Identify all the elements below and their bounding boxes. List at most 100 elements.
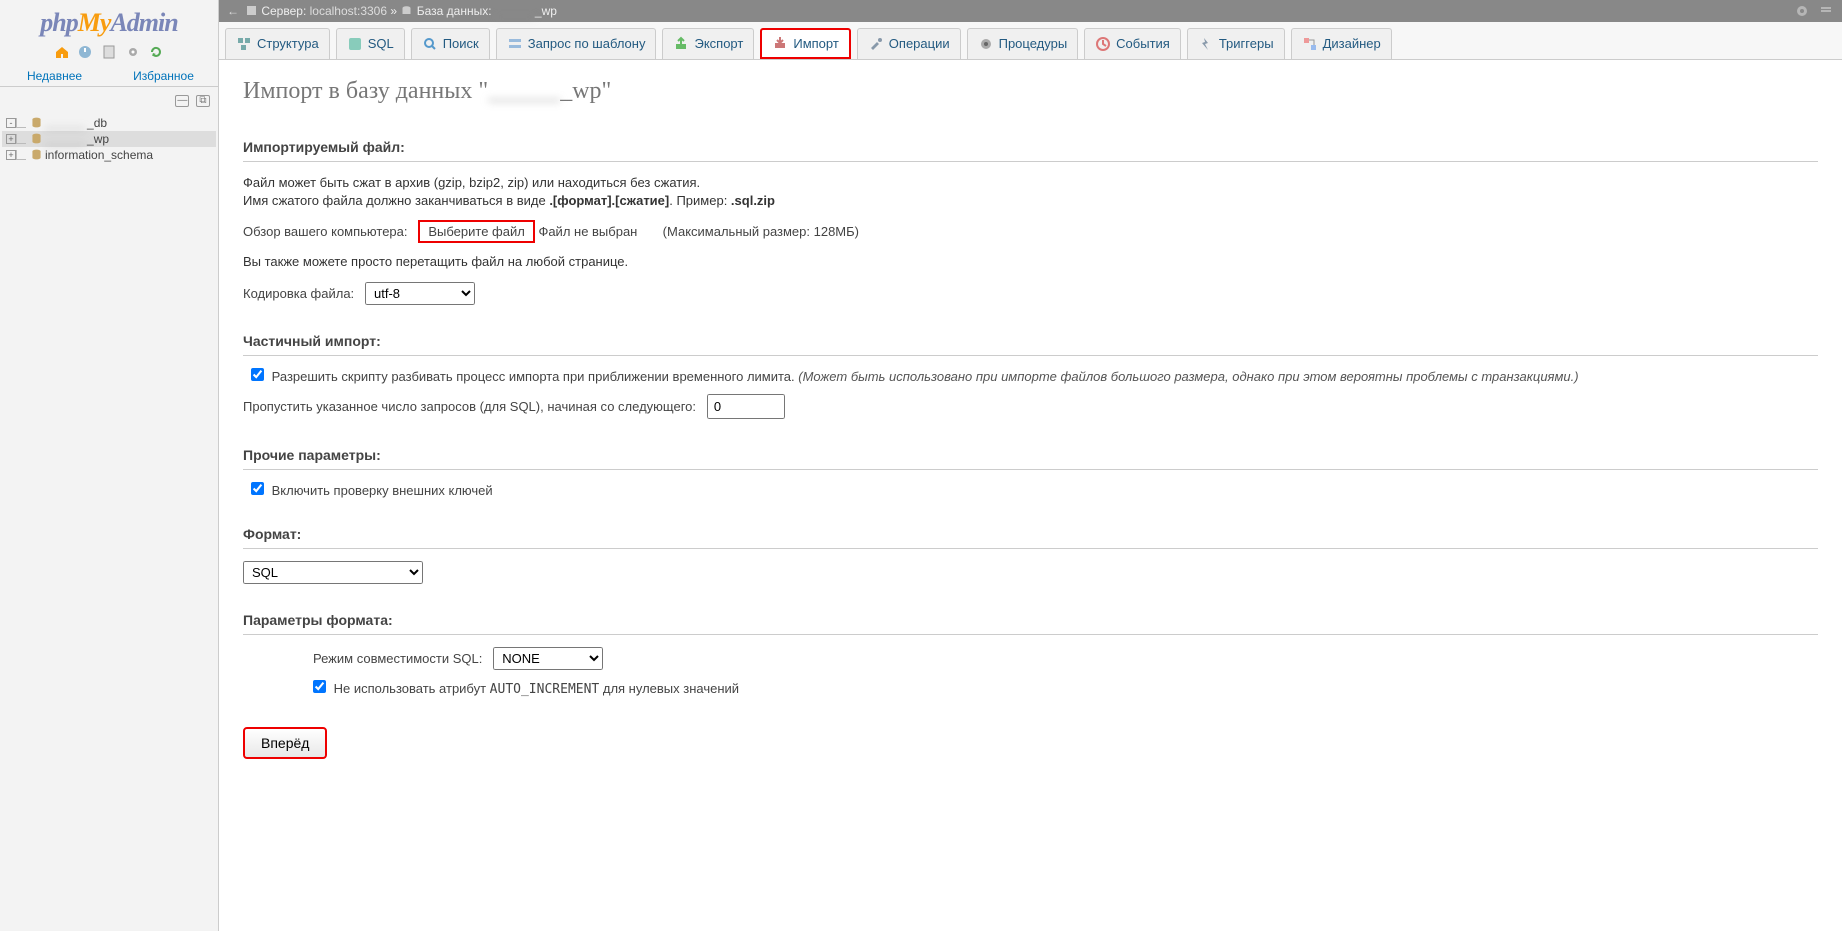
minus-icon[interactable]: - <box>6 118 16 128</box>
crumb-db-blur: ______ <box>495 4 535 18</box>
tab-structure-label: Структура <box>257 36 319 51</box>
no-file-label: Файл не выбран <box>538 224 637 239</box>
max-size-label: (Максимальный размер: 128МБ) <box>663 224 859 239</box>
events-icon <box>1095 36 1111 52</box>
charset-label: Кодировка файла: <box>243 286 354 301</box>
docs-icon[interactable] <box>101 44 117 60</box>
tab-operations-label: Операции <box>889 36 950 51</box>
exit-icon[interactable] <box>77 44 93 60</box>
tab-triggers[interactable]: Триггеры <box>1187 28 1285 59</box>
tab-qbx-label: Запрос по шаблону <box>528 36 646 51</box>
tab-routines-label: Процедуры <box>999 36 1068 51</box>
plus-icon[interactable]: + <box>6 150 16 160</box>
db-tree: - _______db + _______wp + information_sc… <box>0 111 218 167</box>
fk-label: Включить проверку внешних ключей <box>272 483 493 498</box>
search-icon <box>422 36 438 52</box>
crumb-sep: » <box>390 4 400 18</box>
tab-designer[interactable]: Дизайнер <box>1291 28 1392 59</box>
tab-events[interactable]: События <box>1084 28 1181 59</box>
content: Импорт в базу данных "_______wp" Импорти… <box>219 60 1842 777</box>
crumb-server-link[interactable]: localhost:3306 <box>310 4 387 18</box>
charset-select[interactable]: utf-8 <box>365 282 475 305</box>
partial-checkbox[interactable] <box>251 368 264 381</box>
tab-sql-label: SQL <box>368 36 394 51</box>
section-file-header: Импортируемый файл: <box>243 133 1818 162</box>
tab-export-label: Экспорт <box>694 36 743 51</box>
tree-item-db2[interactable]: + information_schema <box>2 147 216 163</box>
nav-tabs: Структура SQL Поиск Запрос по шаблону Эк… <box>219 22 1842 60</box>
compat-label: Режим совместимости SQL: <box>313 651 482 666</box>
tab-structure[interactable]: Структура <box>225 28 330 59</box>
browse-label: Обзор вашего компьютера: <box>243 224 408 239</box>
choose-file-button[interactable]: Выберите файл <box>418 220 534 243</box>
tree-item-db0[interactable]: - _______db <box>2 115 216 131</box>
database-icon <box>30 132 43 145</box>
file-help-1: Файл может быть сжат в архив (gzip, bzip… <box>243 174 1818 192</box>
tab-import-label: Импорт <box>793 36 838 51</box>
file-help-2: Имя сжатого файла должно заканчиваться в… <box>243 192 1818 210</box>
tab-routines[interactable]: Процедуры <box>967 28 1079 59</box>
tab-designer-label: Дизайнер <box>1323 36 1381 51</box>
settings-icon[interactable] <box>1794 3 1810 19</box>
tab-export[interactable]: Экспорт <box>662 28 754 59</box>
tree-db1-name-blur: ______ <box>45 132 85 146</box>
crumb-db-label: База данных: <box>417 4 495 18</box>
link-icon[interactable]: ⧉ <box>196 95 210 107</box>
tab-search-label: Поиск <box>443 36 479 51</box>
export-icon <box>673 36 689 52</box>
query-icon <box>507 36 523 52</box>
database-icon <box>400 4 413 17</box>
section-partial-header: Частичный импорт: <box>243 327 1818 356</box>
database-icon <box>30 116 43 129</box>
tree-item-db1[interactable]: + _______wp <box>2 131 216 147</box>
home-icon[interactable] <box>54 44 70 60</box>
tab-operations[interactable]: Операции <box>857 28 961 59</box>
database-icon <box>30 148 43 161</box>
tree-db0-suffix: _db <box>87 116 107 130</box>
format-select[interactable]: SQL <box>243 561 423 584</box>
go-button[interactable]: Вперёд <box>243 727 327 759</box>
tab-querybyexample[interactable]: Запрос по шаблону <box>496 28 657 59</box>
tab-events-label: События <box>1116 36 1170 51</box>
tab-search[interactable]: Поиск <box>411 28 490 59</box>
back-button[interactable]: ← <box>227 4 239 18</box>
tab-sql[interactable]: SQL <box>336 28 405 59</box>
server-icon <box>245 4 258 17</box>
structure-icon <box>236 36 252 52</box>
crumb-server-label: Сервер: <box>261 4 309 18</box>
page-title: Импорт в базу данных "_______wp" <box>243 78 1818 105</box>
collapse-icon[interactable] <box>1818 3 1834 19</box>
gear-icon[interactable] <box>125 44 141 60</box>
partial-label: Разрешить скрипту разбивать процесс импо… <box>272 369 1579 384</box>
logo[interactable]: phpMyAdmin <box>0 0 218 40</box>
section-other-header: Прочие параметры: <box>243 441 1818 470</box>
sidebar-tab-recent[interactable]: Недавнее <box>0 66 109 86</box>
autoincrement-label: Не использовать атрибут AUTO_INCREMENT д… <box>334 681 739 696</box>
skip-input[interactable] <box>707 394 785 419</box>
sidebar-tabs: Недавнее Избранное <box>0 66 218 87</box>
import-icon <box>772 35 788 51</box>
reload-icon[interactable] <box>148 44 164 60</box>
autoincrement-checkbox[interactable] <box>313 680 326 693</box>
breadcrumb-bar: ← Сервер: localhost:3306 » База данных: … <box>219 0 1842 22</box>
tab-triggers-label: Триггеры <box>1219 36 1274 51</box>
sidebar: phpMyAdmin Недавнее Избранное — ⧉ - ____… <box>0 0 219 931</box>
section-fmtopts-header: Параметры формата: <box>243 606 1818 635</box>
plus-icon[interactable]: + <box>6 134 16 144</box>
routines-icon <box>978 36 994 52</box>
tree-db0-name-blur: ______ <box>45 116 85 130</box>
main: ← Сервер: localhost:3306 » База данных: … <box>219 0 1842 931</box>
sidebar-tab-favorites[interactable]: Избранное <box>109 66 218 86</box>
sidebar-toolbar <box>0 40 218 66</box>
collapse-all-icon[interactable]: — <box>175 95 189 107</box>
compat-select[interactable]: NONE <box>493 647 603 670</box>
dragdrop-hint: Вы также можете просто перетащить файл н… <box>243 253 1818 271</box>
section-format-header: Формат: <box>243 520 1818 549</box>
fk-checkbox[interactable] <box>251 482 264 495</box>
sql-icon <box>347 36 363 52</box>
crumb-db-suffix: _wp <box>535 4 557 18</box>
tree-db2-name: information_schema <box>45 148 153 162</box>
tab-import[interactable]: Импорт <box>760 28 850 59</box>
designer-icon <box>1302 36 1318 52</box>
tree-db1-suffix: _wp <box>87 132 109 146</box>
